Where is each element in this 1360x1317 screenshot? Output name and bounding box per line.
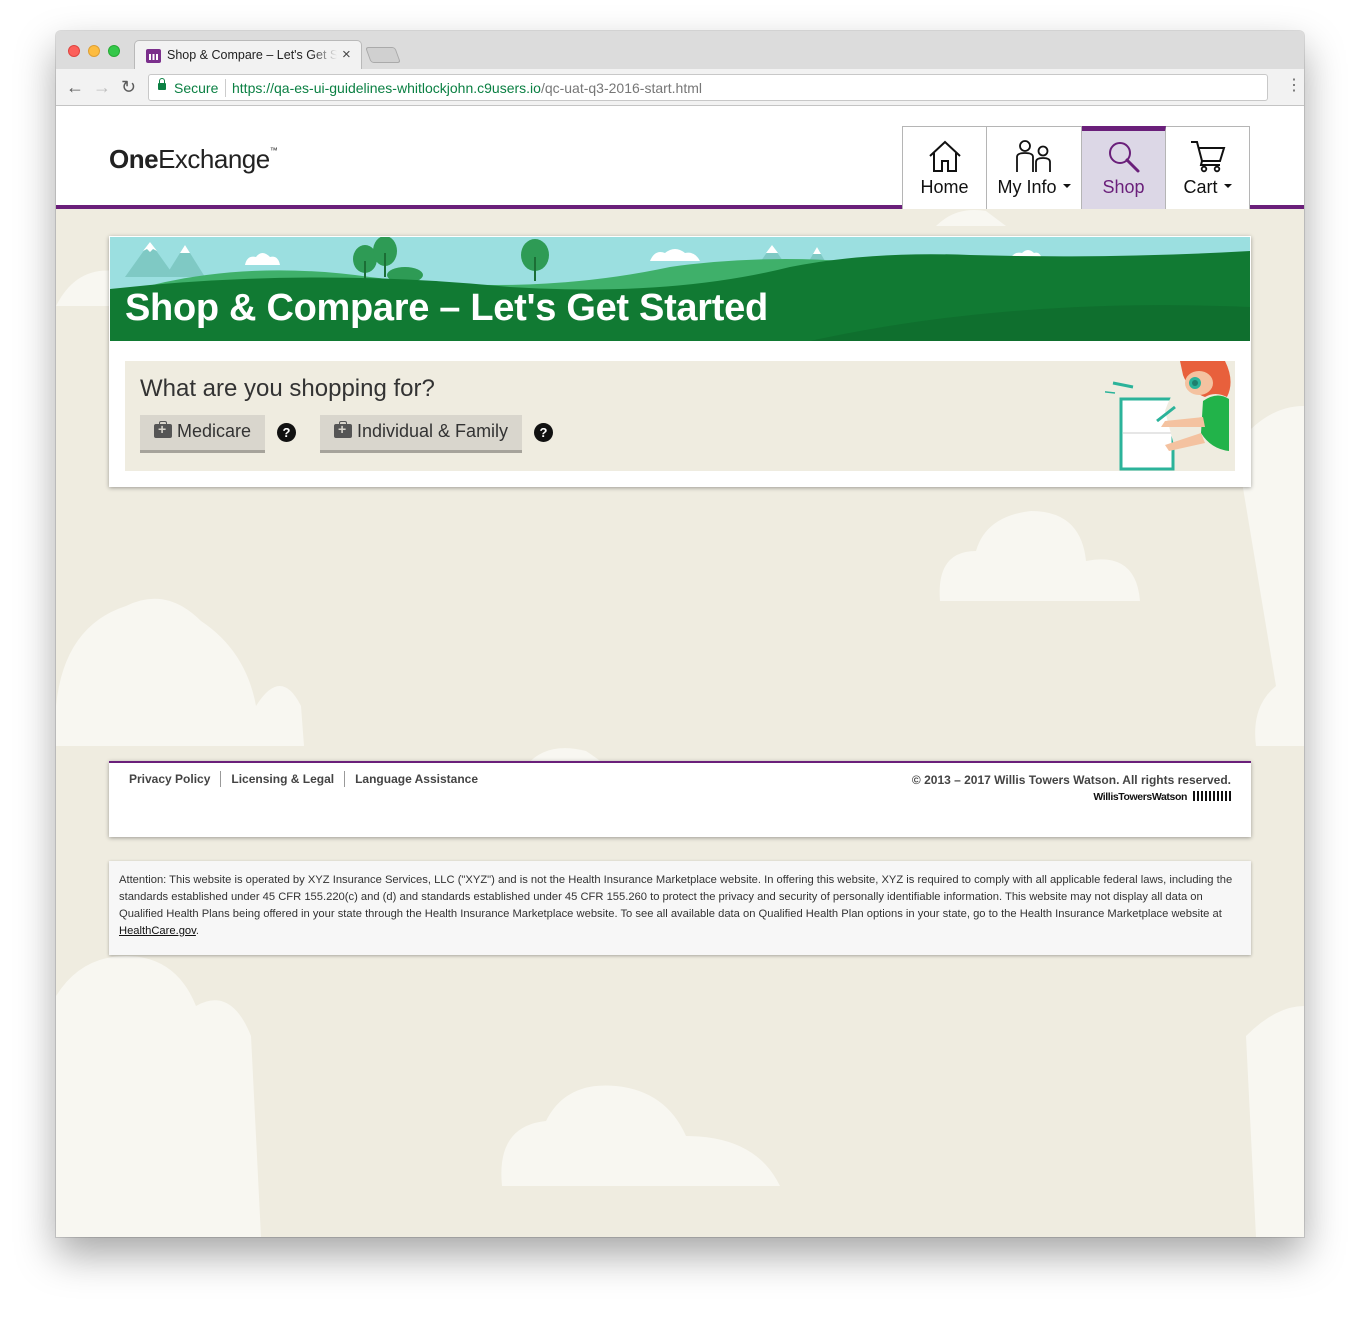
shopping-panel: What are you shopping for? Medicare ? In…: [125, 361, 1235, 471]
people-icon: [1016, 140, 1051, 172]
address-bar[interactable]: Secure https://qa-es-ui-guidelines-whitl…: [148, 74, 1268, 101]
individual-family-help-icon[interactable]: ?: [534, 423, 553, 442]
healthcare-gov-link[interactable]: HealthCare.gov: [119, 925, 196, 937]
individual-family-label: Individual & Family: [357, 421, 509, 441]
language-assistance-link[interactable]: Language Assistance: [344, 771, 488, 787]
chevron-down-icon: [1223, 184, 1232, 189]
nav-my-info[interactable]: My Info: [987, 126, 1082, 209]
nav-cart[interactable]: Cart: [1166, 126, 1250, 209]
browser-toolbar: ← → ↻ Secure https://qa-es-ui-guidelines…: [56, 69, 1304, 106]
page: OneExchange™ Home My Info Shop Cart Shop…: [56, 106, 1304, 1237]
wtw-mark-icon: [1193, 791, 1231, 801]
medicare-button[interactable]: Medicare: [140, 415, 266, 453]
logo-tm: ™: [269, 146, 278, 155]
individual-family-button[interactable]: Individual & Family: [320, 415, 523, 453]
new-tab-button[interactable]: [365, 47, 401, 63]
nav-cart-label: Cart: [1166, 177, 1249, 198]
disclaimer-end: .: [195, 925, 200, 937]
site-header: OneExchange™ Home My Info Shop Cart: [56, 106, 1304, 209]
chevron-down-icon: [1062, 184, 1071, 189]
browser-menu-icon[interactable]: ⋮: [1286, 77, 1302, 95]
tab-title: Shop & Compare – Let's Get Started: [167, 48, 337, 62]
tab-close-icon[interactable]: ×: [342, 46, 351, 63]
shopping-question: What are you shopping for?: [140, 375, 435, 402]
cart-icon: [1190, 141, 1225, 173]
nav-home[interactable]: Home: [903, 126, 987, 209]
page-title: Shop & Compare – Let's Get Started: [125, 287, 768, 329]
secure-label: Secure: [174, 80, 219, 96]
nav-my-info-label: My Info: [987, 177, 1081, 198]
close-window-button[interactable]: [68, 45, 80, 57]
oneexchange-logo[interactable]: OneExchange™: [109, 144, 278, 175]
url-path: /qc-uat-q3-2016-start.html: [540, 80, 703, 96]
nav-home-label: Home: [920, 177, 969, 197]
nav-my-info-text: My Info: [997, 177, 1057, 197]
privacy-policy-link[interactable]: Privacy Policy: [119, 771, 220, 787]
nav-shop[interactable]: Shop: [1082, 126, 1166, 209]
disclaimer-text: Attention: This website is operated by X…: [119, 874, 1233, 920]
willis-towers-watson-logo: WillisTowersWatson: [1093, 791, 1231, 803]
logo-bold: One: [109, 144, 159, 174]
brand-name: WillisTowersWatson: [1093, 791, 1187, 803]
medicare-label: Medicare: [177, 421, 252, 441]
search-icon: [1108, 142, 1139, 173]
browser-window: Shop & Compare – Let's Get Started × ← →…: [56, 31, 1304, 1237]
copyright: © 2013 – 2017 Willis Towers Watson. All …: [911, 773, 1231, 787]
nav-cart-text: Cart: [1183, 177, 1218, 197]
shopper-illustration-icon: [1105, 361, 1235, 471]
maximize-window-button[interactable]: [108, 45, 120, 57]
medical-kit-icon: [154, 421, 172, 438]
main-nav: Home My Info Shop Cart: [902, 126, 1250, 209]
divider: [225, 79, 226, 97]
medicare-help-icon[interactable]: ?: [277, 423, 296, 442]
home-icon: [928, 140, 961, 172]
shop-card: Shop & Compare – Let's Get Started What …: [109, 236, 1251, 487]
footer-links: Privacy Policy Licensing & Legal Languag…: [119, 771, 488, 787]
logo-rest: Exchange: [158, 144, 270, 174]
landscape-banner: Shop & Compare – Let's Get Started: [110, 237, 1250, 341]
url-text[interactable]: https://qa-es-ui-guidelines-whitlockjohn…: [232, 80, 702, 96]
back-icon[interactable]: ←: [66, 77, 84, 97]
url-host: https://qa-es-ui-guidelines-whitlockjohn…: [232, 80, 541, 96]
site-footer: Privacy Policy Licensing & Legal Languag…: [109, 761, 1251, 837]
medical-kit-icon: [334, 421, 352, 438]
licensing-legal-link[interactable]: Licensing & Legal: [220, 771, 344, 787]
reload-icon[interactable]: ↻: [121, 77, 136, 97]
lock-icon: [158, 78, 166, 90]
disclaimer: Attention: This website is operated by X…: [109, 861, 1251, 955]
favicon-icon: [146, 49, 161, 63]
minimize-window-button[interactable]: [88, 45, 100, 57]
forward-icon[interactable]: →: [93, 77, 111, 97]
browser-tab[interactable]: Shop & Compare – Let's Get Started ×: [134, 40, 362, 70]
nav-shop-label: Shop: [1102, 177, 1145, 197]
title-bar: Shop & Compare – Let's Get Started ×: [56, 31, 1304, 70]
